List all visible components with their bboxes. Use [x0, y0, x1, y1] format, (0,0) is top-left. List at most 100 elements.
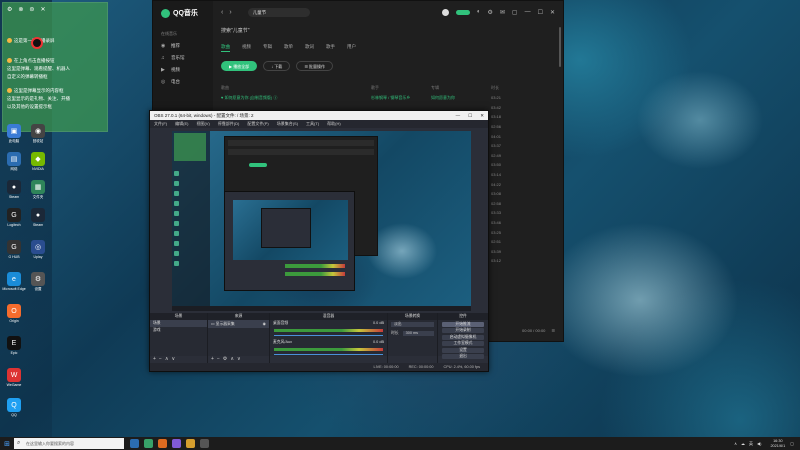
download-button[interactable]: ↓ 下载	[263, 61, 291, 71]
eye-icon[interactable]: ◉	[263, 321, 266, 326]
nav-arrows[interactable]: ‹›	[221, 9, 238, 16]
sidebar-item[interactable]: ▶ 视频	[153, 64, 213, 76]
column-header-album[interactable]: 专辑	[431, 85, 491, 91]
column-header-singer[interactable]: 歌手	[371, 85, 431, 91]
minimize-icon[interactable]: —	[525, 9, 531, 15]
mail-icon[interactable]: ✉	[500, 9, 505, 16]
play-all-button[interactable]: ▶ 播放全部	[221, 61, 258, 71]
desktop-icon[interactable]: GG HUB	[2, 240, 26, 259]
windows-start-icon[interactable]: ⊞	[0, 440, 14, 448]
taskbar-search-input[interactable]: 在这里输入你要搜索的内容	[14, 438, 124, 449]
column-header-song[interactable]: 歌曲	[221, 85, 371, 91]
control-button[interactable]: 启动虚拟摄像机	[442, 334, 484, 340]
table-row[interactable]: ♥ 如何愿意为你 (自制音频版) ⓢ 杉林钢琴 / 钢琴音乐乡 如何愿意为你 03:2…	[221, 93, 555, 103]
notification-icon[interactable]: ▢	[790, 441, 794, 446]
batch-button[interactable]: ☰ 批量操作	[296, 61, 334, 71]
maximize-icon[interactable]: ☐	[538, 9, 543, 16]
taskbar-app-icon[interactable]	[200, 439, 209, 448]
menu-item[interactable]: 帮助(H)	[327, 121, 341, 127]
obs-preview[interactable]	[172, 131, 471, 311]
tab-3[interactable]: 歌单	[284, 44, 293, 52]
sidebar-item[interactable]: ◎ 电台	[153, 76, 213, 88]
tray-icon[interactable]: ☁	[741, 441, 745, 446]
minimize-icon[interactable]: —	[456, 113, 461, 119]
skin-icon[interactable]: ◐	[477, 9, 481, 15]
tab-4[interactable]: 歌词	[305, 44, 314, 52]
user-avatar[interactable]	[441, 8, 449, 16]
sidebar-item[interactable]: ◉ 推荐	[153, 40, 213, 52]
down-icon[interactable]: ∨	[172, 356, 179, 362]
down-icon[interactable]: ∨	[237, 356, 244, 362]
desktop-icon[interactable]: ▦ 文件夹	[26, 180, 50, 199]
menu-item[interactable]: 配置文件(P)	[247, 121, 268, 127]
taskbar-app-icon[interactable]	[172, 439, 181, 448]
desktop-icon[interactable]: ⚙ 设置	[26, 272, 50, 291]
desktop-icon[interactable]: ● Steam	[26, 208, 50, 227]
vip-badge[interactable]	[455, 9, 470, 15]
desktop-icon[interactable]: Q QQ	[2, 398, 26, 417]
tray-icon[interactable]: ◀)	[757, 441, 761, 446]
menu-item[interactable]: 工具(T)	[306, 121, 319, 127]
menu-item[interactable]: 文件(F)	[154, 121, 167, 127]
scrollbar[interactable]	[559, 27, 561, 67]
close-icon[interactable]: ✕	[550, 9, 555, 16]
control-button[interactable]: 开始推流	[442, 321, 484, 327]
settings-icon[interactable]: ⚙	[487, 9, 492, 16]
desktop-icon[interactable]: E Epic	[2, 336, 26, 355]
obs-window[interactable]: OBS 27.0.1 (64-bit, windows) - 配置文件: / 场…	[149, 110, 489, 372]
control-button[interactable]: 工作室模式	[442, 341, 484, 346]
volume-meter	[274, 348, 383, 351]
tray-icon[interactable]: ∧	[734, 441, 737, 446]
desktop-icon[interactable]: O Origin	[2, 304, 26, 323]
taskbar-app-icon[interactable]	[158, 439, 167, 448]
transition-select[interactable]: 淡出	[391, 322, 434, 327]
maximize-icon[interactable]: ☐	[468, 113, 472, 119]
menu-item[interactable]: 编辑(E)	[175, 121, 188, 127]
search-input[interactable]: 儿童节	[247, 7, 310, 17]
taskbar-app-icon[interactable]	[186, 439, 195, 448]
pin-icon[interactable]: ⊗	[18, 6, 23, 13]
tab-2[interactable]: 专辑	[263, 44, 272, 52]
qq-logo[interactable]: QQ音乐	[153, 1, 213, 25]
control-button[interactable]: 设置	[442, 347, 484, 353]
tray-icon[interactable]: 英	[749, 441, 753, 446]
tab-6[interactable]: 用户	[347, 44, 356, 52]
playlist-icon[interactable]: ☰	[551, 328, 555, 333]
desktop-icon[interactable]: ● Steam	[2, 180, 26, 199]
desktop-icon[interactable]: ◉ 回收站	[26, 124, 50, 143]
desktop-icon[interactable]: W WeGame	[2, 368, 26, 387]
sidebar-item[interactable]: ♫ 音乐馆	[153, 52, 213, 64]
clock[interactable]: 16:30 2021/6/1	[770, 439, 785, 448]
duration-input[interactable]: 300 ms	[402, 331, 434, 336]
desktop-icon[interactable]: ▣ 此电脑	[2, 124, 26, 143]
close-icon[interactable]: ✕	[480, 113, 484, 119]
scene-item[interactable]: 游戏	[150, 327, 207, 334]
menu-item[interactable]: 停靠部件(D)	[218, 121, 240, 127]
control-button[interactable]: 开始录制	[442, 328, 484, 333]
gear-icon[interactable]: ⚙	[7, 6, 12, 13]
source-item[interactable]: ▭ 显示器采集 ◉	[208, 320, 269, 328]
tab-1[interactable]: 视频	[242, 44, 251, 52]
settings-icon[interactable]: ⊜	[29, 6, 34, 13]
desktop-icon[interactable]: G Logitech	[2, 208, 26, 227]
up-icon[interactable]: ∧	[230, 356, 237, 362]
close-icon[interactable]: ✕	[40, 6, 45, 13]
forward-arrow-icon[interactable]: ›	[229, 9, 237, 16]
volume-slider[interactable]	[274, 335, 383, 336]
desktop-icon[interactable]: e Microsoft Edge	[2, 272, 26, 291]
desktop-icon[interactable]: ▤ 网络	[2, 152, 26, 171]
control-button[interactable]: 退出	[442, 354, 484, 359]
taskbar-app-icon[interactable]	[144, 439, 153, 448]
menu-item[interactable]: 视图(V)	[196, 121, 209, 127]
column-header-duration[interactable]: 时长	[491, 85, 521, 91]
volume-slider[interactable]	[274, 354, 383, 355]
tab-0[interactable]: 歌曲	[221, 44, 230, 52]
taskbar-app-icon[interactable]	[130, 439, 139, 448]
desktop-icon[interactable]: ◎ Uplay	[26, 240, 50, 259]
menu-item[interactable]: 场景集合(S)	[277, 121, 298, 127]
up-icon[interactable]: ∧	[165, 356, 172, 362]
mini-mode-icon[interactable]: ▢	[512, 9, 518, 16]
scene-item[interactable]: 场景	[150, 320, 207, 327]
desktop-icon[interactable]: ◆ NVIDIA	[26, 152, 50, 171]
tab-5[interactable]: 歌手	[326, 44, 335, 52]
